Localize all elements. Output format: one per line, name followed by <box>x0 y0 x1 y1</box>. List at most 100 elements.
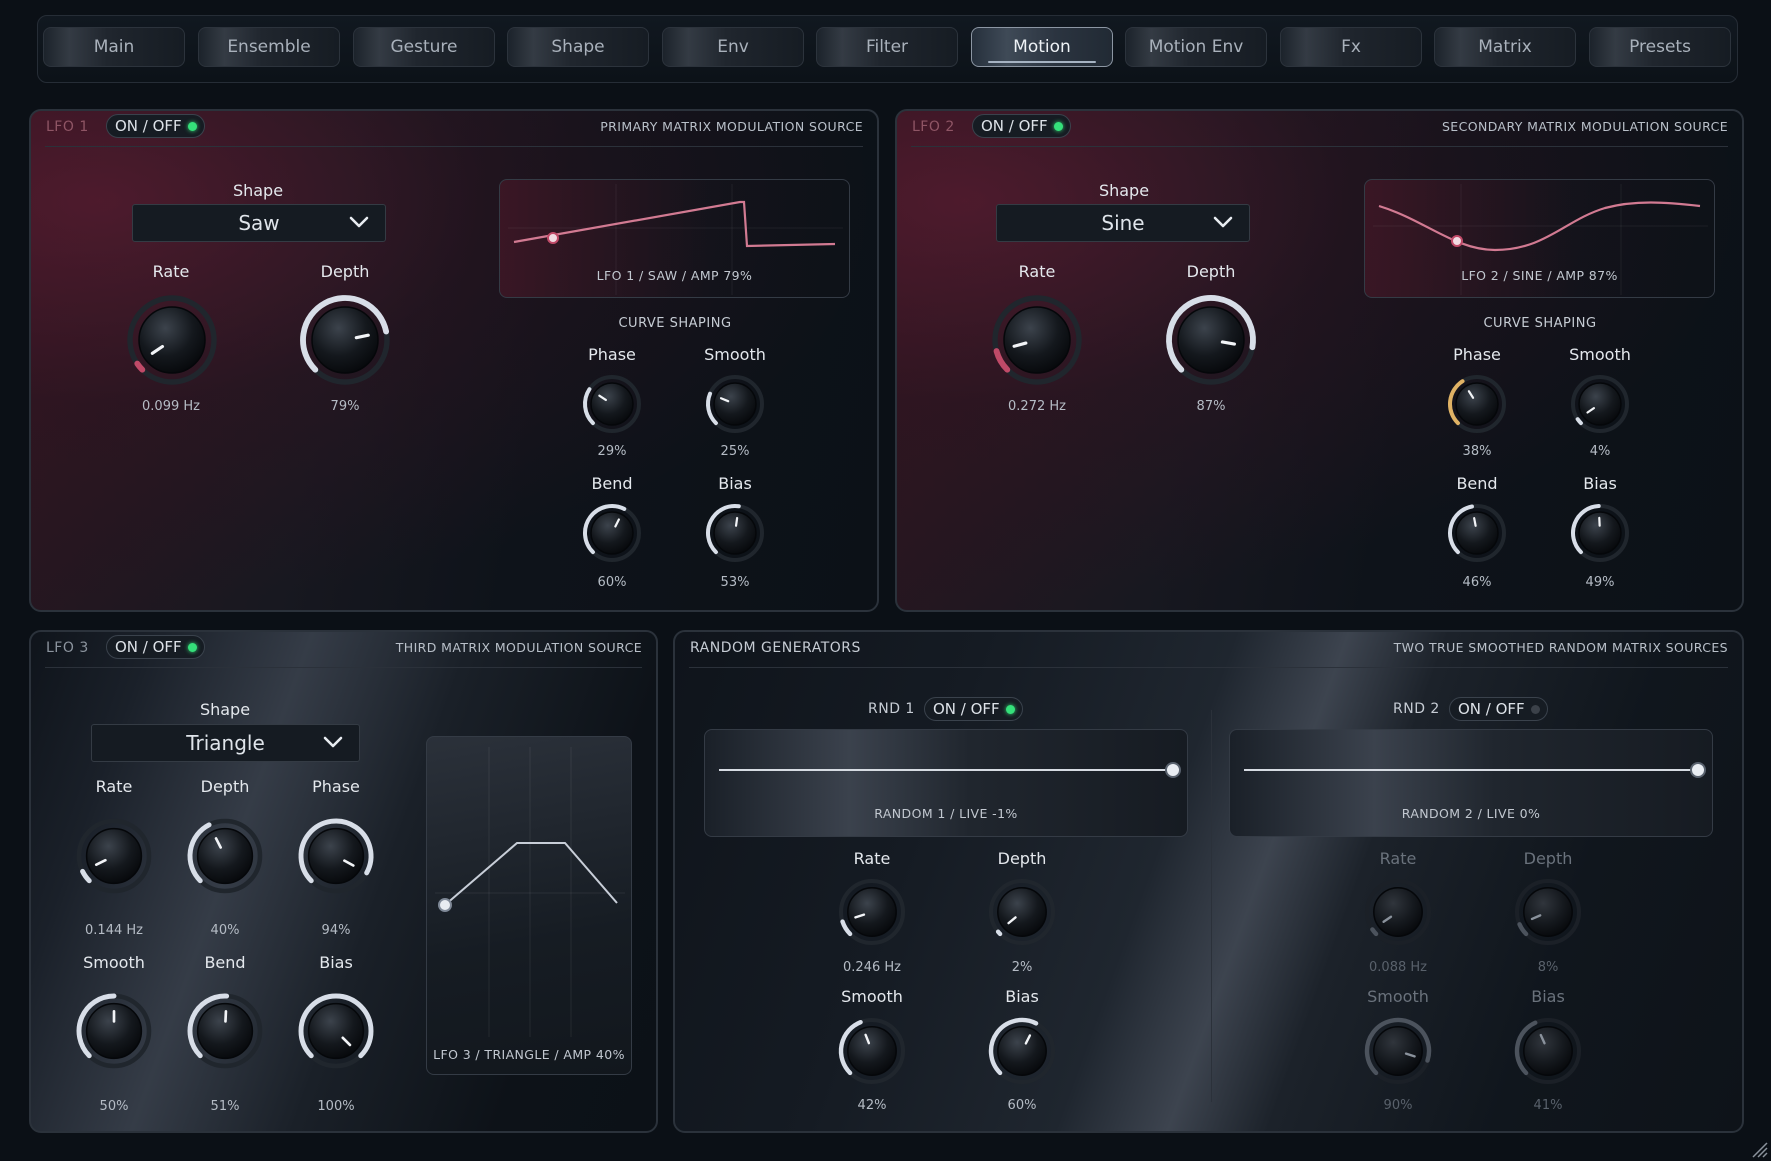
rnd2-bias-knob[interactable] <box>1514 1017 1582 1085</box>
smooth-label: Smooth <box>83 953 145 972</box>
lfo1-phase-knob[interactable] <box>582 374 642 434</box>
lfo3-toggle[interactable]: ON / OFF <box>106 635 205 659</box>
rnd1-title: RND 1 <box>868 701 915 717</box>
knob-value-arc <box>993 348 1011 373</box>
lfo2-rate-knob[interactable] <box>992 295 1082 385</box>
lfo1-shape-dropdown[interactable]: Saw <box>132 204 386 242</box>
depth-value: 87% <box>1196 399 1226 414</box>
chevron-down-icon <box>349 216 369 228</box>
lfo2-bend-knob[interactable] <box>1447 503 1507 563</box>
lfo2-phase-knob[interactable] <box>1447 374 1507 434</box>
tab-filter[interactable]: Filter <box>816 27 958 67</box>
knob-body <box>307 827 365 885</box>
knob-body <box>196 827 254 885</box>
knob-body <box>1373 1026 1423 1076</box>
tab-shape[interactable]: Shape <box>507 27 649 67</box>
phase-value: 94% <box>321 923 351 938</box>
rate-value: 0.246 Hz <box>843 960 901 975</box>
lfo1-smooth-knob[interactable] <box>705 374 765 434</box>
tab-env[interactable]: Env <box>662 27 804 67</box>
lfo2-toggle[interactable]: ON / OFF <box>972 114 1071 138</box>
tab-motion[interactable]: Motion <box>971 27 1113 67</box>
lfo3-bend-knob[interactable] <box>187 993 263 1069</box>
bend-label: Bend <box>1456 474 1498 493</box>
knob-body <box>1455 382 1499 426</box>
divider <box>689 667 1728 668</box>
lfo2-depth-knob[interactable] <box>1166 295 1256 385</box>
rnd1-bias-knob[interactable] <box>988 1017 1056 1085</box>
rnd2-toggle[interactable]: ON / OFF <box>1449 697 1548 721</box>
depth-value: 79% <box>330 399 360 414</box>
rnd1-toggle[interactable]: ON / OFF <box>924 697 1023 721</box>
knob-body <box>997 887 1047 937</box>
knob-body <box>847 1026 897 1076</box>
tab-matrix[interactable]: Matrix <box>1434 27 1576 67</box>
lfo2-shape-dropdown[interactable]: Sine <box>996 204 1250 242</box>
lfo1-depth-knob[interactable] <box>300 295 390 385</box>
lfo3-triangle-wave <box>435 747 625 1037</box>
rnd1-rate-knob[interactable] <box>838 878 906 946</box>
rnd2-smooth-knob[interactable] <box>1364 1017 1432 1085</box>
depth-value: 2% <box>1011 960 1033 975</box>
lfo1-bend-knob[interactable] <box>582 503 642 563</box>
knob-body <box>847 887 897 937</box>
rnd2-depth-knob[interactable] <box>1514 878 1582 946</box>
rate-label: Rate <box>1018 262 1056 281</box>
depth-label: Depth <box>997 849 1047 868</box>
rate-label: Rate <box>95 777 133 796</box>
led-on-icon <box>1005 705 1015 714</box>
rate-label: Rate <box>853 849 891 868</box>
led-on-icon <box>187 122 197 131</box>
phase-value: 38% <box>1462 444 1492 459</box>
lfo1-rate-knob[interactable] <box>127 295 217 385</box>
knob-value-arc <box>1575 417 1583 426</box>
rnd2-rate-knob[interactable] <box>1364 878 1432 946</box>
lfo1-toggle[interactable]: ON / OFF <box>106 114 205 138</box>
bias-value: 41% <box>1533 1098 1563 1113</box>
rate-value: 0.099 Hz <box>142 399 200 414</box>
lfo2-smooth-knob[interactable] <box>1570 374 1630 434</box>
lfo1-bias-knob[interactable] <box>705 503 765 563</box>
knob-body <box>138 306 206 374</box>
lfo3-rate-knob[interactable] <box>76 818 152 894</box>
bend-value: 60% <box>597 575 627 590</box>
resize-grip-icon[interactable] <box>1747 1137 1769 1159</box>
tab-ensemble[interactable]: Ensemble <box>198 27 340 67</box>
divider <box>45 146 863 147</box>
lfo3-shape-dropdown[interactable]: Triangle <box>91 724 360 762</box>
phase-label: Phase <box>1453 345 1501 364</box>
rnd1-display: RANDOM 1 / LIVE -1% <box>704 729 1188 837</box>
tab-main[interactable]: Main <box>43 27 185 67</box>
lfo3-depth-knob[interactable] <box>187 818 263 894</box>
lfo3-bias-knob[interactable] <box>298 993 374 1069</box>
tab-gesture[interactable]: Gesture <box>353 27 495 67</box>
rnd2-title: RND 2 <box>1393 701 1440 717</box>
lfo3-title: LFO 3 <box>46 640 89 656</box>
bias-value: 53% <box>720 575 750 590</box>
depth-label: Depth <box>1186 262 1236 281</box>
lfo3-wave-caption: LFO 3 / TRIANGLE / AMP 40% <box>433 1047 625 1062</box>
knob-body <box>1578 382 1622 426</box>
knob-value-arc <box>80 868 92 884</box>
tab-fx[interactable]: Fx <box>1280 27 1422 67</box>
lfo3-phase-knob[interactable] <box>298 818 374 894</box>
lfo3-smooth-knob[interactable] <box>76 993 152 1069</box>
phase-label: Phase <box>312 777 360 796</box>
knob-value-arc <box>1517 922 1529 937</box>
tab-presets[interactable]: Presets <box>1589 27 1731 67</box>
knob-body <box>1003 306 1071 374</box>
rnd2-display: RANDOM 2 / LIVE 0% <box>1229 729 1713 837</box>
depth-label: Depth <box>200 777 250 796</box>
knob-body <box>1455 511 1499 555</box>
lfo1-title: LFO 1 <box>46 119 89 135</box>
lfo2-wave-caption: LFO 2 / SINE / AMP 87% <box>1461 268 1618 283</box>
lfo1-toggle-label: ON / OFF <box>115 117 182 135</box>
lfo3-panel: LFO 3 ON / OFF THIRD MATRIX MODULATION S… <box>29 630 658 1133</box>
lfo2-bias-knob[interactable] <box>1570 503 1630 563</box>
rnd1-depth-knob[interactable] <box>988 878 1056 946</box>
smooth-value: 50% <box>99 1099 129 1114</box>
tab-motion-env[interactable]: Motion Env <box>1125 27 1267 67</box>
rnd1-smooth-knob[interactable] <box>838 1017 906 1085</box>
lfo2-toggle-label: ON / OFF <box>981 117 1048 135</box>
rate-label: Rate <box>152 262 190 281</box>
